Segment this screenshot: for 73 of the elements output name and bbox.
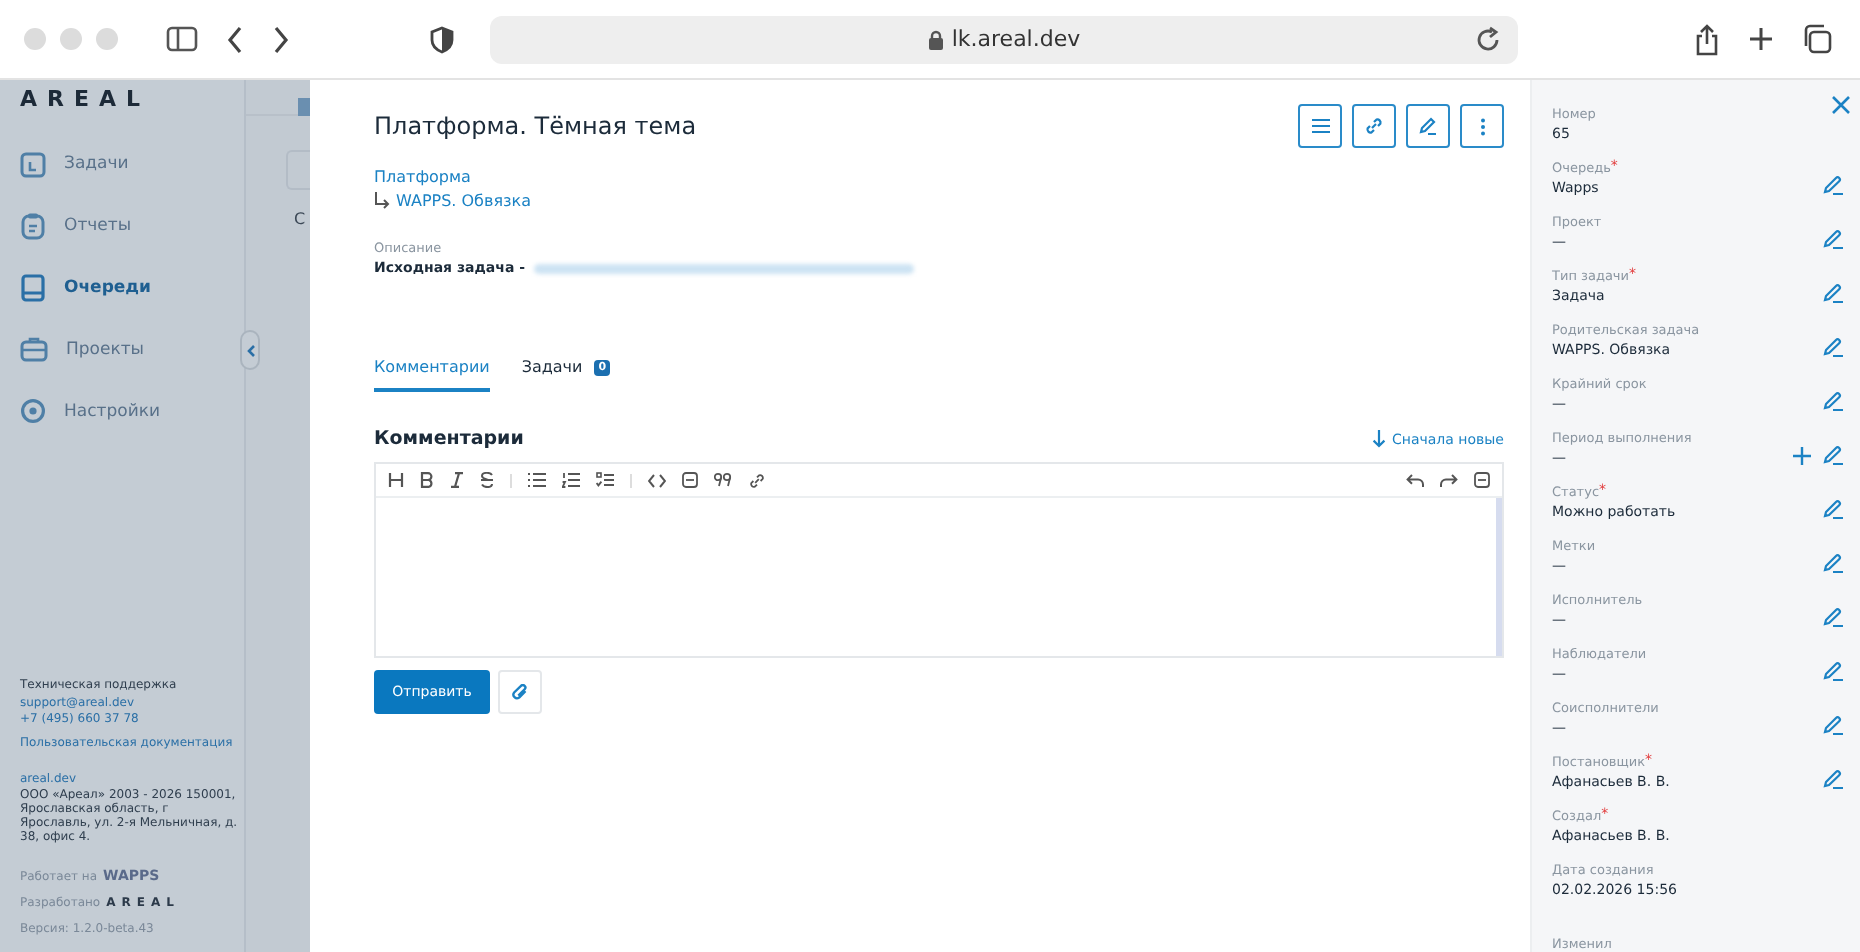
shield-icon[interactable]: [430, 25, 454, 53]
pencil-icon[interactable]: [1822, 768, 1844, 790]
comments-heading: Комментарии: [374, 428, 524, 450]
clipboard-icon: [20, 149, 46, 177]
more-button[interactable]: [1460, 104, 1504, 148]
page-heading-fragment: С: [294, 210, 308, 228]
nav-item[interactable]: Задачи: [20, 144, 244, 182]
pencil-icon[interactable]: [1822, 174, 1844, 196]
edit-button[interactable]: [1406, 104, 1450, 148]
pencil-icon: [1418, 116, 1438, 136]
pencil-icon[interactable]: [1822, 660, 1844, 682]
nav-item[interactable]: Очереди: [20, 268, 244, 306]
back-icon[interactable]: [226, 25, 244, 53]
address-bar[interactable]: lk.areal.dev: [490, 15, 1518, 63]
pencil-icon[interactable]: [1822, 714, 1844, 736]
paperclip-icon: [511, 683, 529, 701]
pencil-icon[interactable]: [1822, 606, 1844, 628]
close-icon[interactable]: [1832, 96, 1850, 114]
share-icon[interactable]: [1694, 23, 1720, 55]
subtask-arrow-icon: [374, 192, 390, 210]
pencil-icon[interactable]: [1822, 336, 1844, 358]
chevron-left-icon: [245, 343, 255, 357]
lock-icon: [927, 29, 944, 49]
sidebar-toggle-icon[interactable]: [166, 26, 198, 52]
code-block-icon[interactable]: [682, 472, 698, 488]
window-dot[interactable]: [60, 28, 82, 50]
parent-task-link[interactable]: WAPPS. Обвязка: [396, 192, 532, 210]
window-dot[interactable]: [96, 28, 118, 50]
plus-icon[interactable]: [1748, 26, 1774, 52]
attach-button[interactable]: [498, 670, 542, 714]
bullet-list-icon[interactable]: [528, 472, 546, 488]
pencil-icon[interactable]: [1822, 444, 1844, 466]
code-block-icon[interactable]: [1474, 472, 1490, 488]
grid-icon: [298, 98, 310, 116]
undo-icon[interactable]: [1406, 473, 1424, 487]
heading-icon[interactable]: [388, 472, 404, 488]
task-title: Платформа. Тёмная тема: [374, 112, 697, 140]
menu-button[interactable]: [1298, 104, 1342, 148]
arrow-down-icon: [1372, 430, 1386, 448]
code-icon[interactable]: [648, 473, 666, 487]
book-icon: [20, 273, 46, 301]
italic-icon[interactable]: [450, 472, 464, 488]
link-icon: [1364, 116, 1384, 136]
checklist-icon[interactable]: [596, 472, 614, 488]
nav-item[interactable]: Проекты: [20, 330, 244, 368]
forward-icon[interactable]: [272, 25, 290, 53]
quote-icon[interactable]: [714, 472, 732, 488]
tab[interactable]: Комментарии: [374, 358, 490, 392]
pencil-icon[interactable]: [1822, 390, 1844, 412]
tabs-icon[interactable]: [1802, 24, 1832, 54]
clipboard-icon: [20, 211, 46, 239]
logo: AREAL: [20, 86, 153, 112]
bold-icon[interactable]: [420, 472, 434, 488]
window-dot[interactable]: [24, 28, 46, 50]
collapse-button[interactable]: [240, 330, 260, 370]
url-text: lk.areal.dev: [951, 26, 1081, 52]
settings-icon: [20, 398, 46, 424]
link-button[interactable]: [1352, 104, 1396, 148]
pencil-icon[interactable]: [1822, 228, 1844, 250]
strikethrough-icon[interactable]: [480, 472, 494, 488]
link-icon[interactable]: [748, 471, 766, 489]
pencil-icon[interactable]: [1822, 282, 1844, 304]
nav-item[interactable]: Настройки: [20, 392, 244, 430]
more-icon: [1479, 117, 1485, 135]
pencil-icon[interactable]: [1822, 552, 1844, 574]
reload-icon[interactable]: [1474, 25, 1502, 53]
project-link[interactable]: Платформа: [374, 168, 1504, 186]
nav-item[interactable]: Отчеты: [20, 206, 244, 244]
pencil-icon[interactable]: [1822, 498, 1844, 520]
redo-icon[interactable]: [1440, 473, 1458, 487]
numbered-list-icon[interactable]: [562, 472, 580, 488]
briefcase-icon: [20, 336, 48, 362]
menu-icon: [1311, 118, 1329, 134]
